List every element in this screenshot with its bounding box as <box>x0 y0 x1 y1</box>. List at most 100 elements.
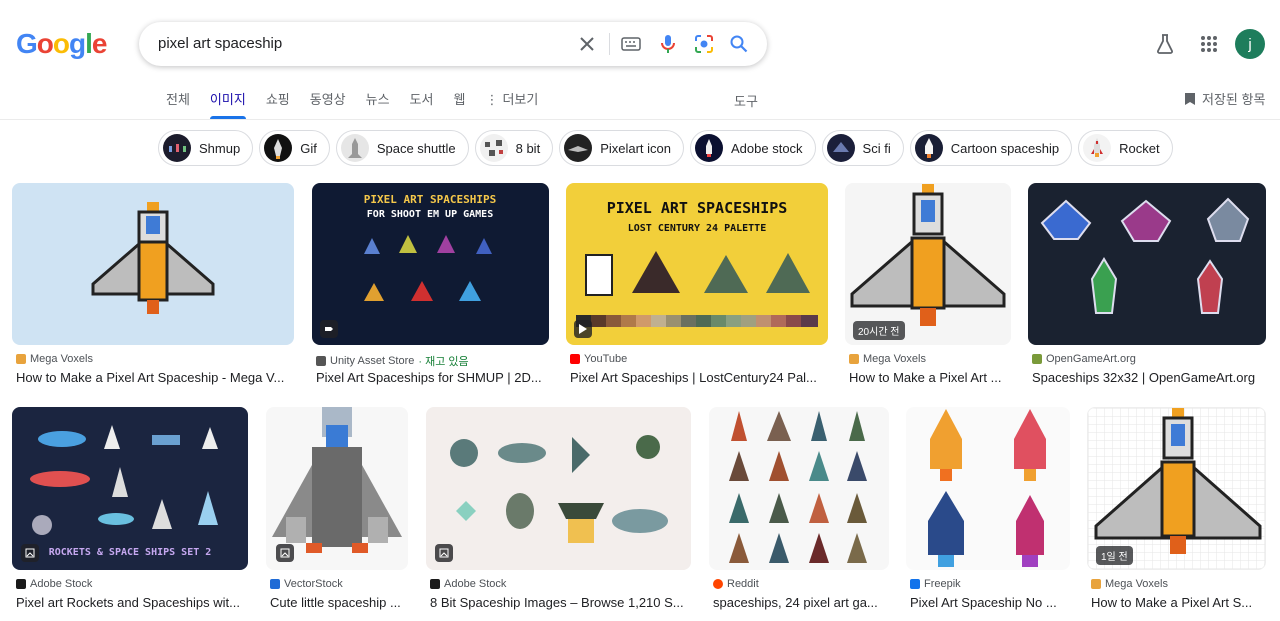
search-tabs: 전체 이미지 쇼핑 동영상 뉴스 도서 웹 ⋮ 더보기 <box>166 91 558 119</box>
account-avatar[interactable]: j <box>1235 29 1265 59</box>
source-name: OpenGameArt.org <box>1046 353 1136 365</box>
favicon-icon <box>910 579 920 589</box>
image-badge-icon <box>276 544 294 562</box>
saved-items-button[interactable]: 저장된 항목 <box>1184 89 1265 108</box>
logo-letter-g: G <box>16 28 38 59</box>
clear-icon[interactable] <box>577 34 597 54</box>
lens-camera-icon[interactable] <box>694 34 714 54</box>
result-thumbnail[interactable] <box>1028 183 1266 345</box>
image-result[interactable]: OpenGameArt.org Spaceships 32x32 | OpenG… <box>1028 183 1266 393</box>
result-title[interactable]: How to Make a Pixel Art ... <box>849 370 1011 385</box>
source-name: Freepik <box>924 578 961 590</box>
tab-shopping[interactable]: 쇼핑 <box>266 91 290 119</box>
thumbnail-text: LOST CENTURY 24 PALETTE <box>628 223 766 234</box>
result-thumbnail[interactable] <box>906 407 1070 570</box>
result-title[interactable]: Pixel Art Spaceships for SHMUP | 2D... <box>316 370 549 385</box>
result-title[interactable]: spaceships, 24 pixel art ga... <box>713 595 889 610</box>
image-result[interactable]: Mega Voxels How to Make a Pixel Art Spac… <box>12 183 294 393</box>
chip-thumbnail <box>826 134 855 162</box>
result-title[interactable]: How to Make a Pixel Art Spaceship - Mega… <box>16 370 294 385</box>
chip-shmup[interactable]: Shmup <box>158 130 254 166</box>
search-icon[interactable] <box>729 34 749 54</box>
result-thumbnail[interactable]: PIXEL ART SPACESHIPS LOST CENTURY 24 PAL… <box>566 183 828 345</box>
tab-videos[interactable]: 동영상 <box>310 91 346 119</box>
image-result[interactable]: ROCKETS & SPACE SHIPS SET 2 Adobe Stock … <box>12 407 248 617</box>
chip-gif[interactable]: Gif <box>259 130 330 166</box>
header-divider <box>0 119 1280 120</box>
result-source[interactable]: OpenGameArt.org <box>1032 353 1136 365</box>
result-source[interactable]: Reddit <box>713 578 759 590</box>
tab-images[interactable]: 이미지 <box>209 91 246 119</box>
image-result[interactable]: PIXEL ART SPACESHIPS LOST CENTURY 24 PAL… <box>566 183 828 393</box>
result-source[interactable]: Mega Voxels <box>849 353 926 365</box>
microphone-icon[interactable] <box>658 34 678 54</box>
result-thumbnail[interactable] <box>426 407 691 570</box>
result-thumbnail[interactable]: 20시간 전 <box>845 183 1011 345</box>
image-result[interactable]: 20시간 전 Mega Voxels How to Make a Pixel A… <box>845 183 1011 393</box>
result-source[interactable]: Adobe Stock <box>430 578 506 590</box>
image-badge-icon <box>435 544 453 562</box>
saved-items-label: 저장된 항목 <box>1202 92 1266 107</box>
search-input[interactable]: pixel art spaceship <box>158 35 282 52</box>
result-thumbnail[interactable]: 1일 전 <box>1087 407 1266 570</box>
tools-button[interactable]: 도구 <box>734 91 758 110</box>
tab-news[interactable]: 뉴스 <box>366 91 390 119</box>
chip-adobe-stock[interactable]: Adobe stock <box>690 130 816 166</box>
result-thumbnail[interactable] <box>266 407 408 570</box>
favicon-icon <box>849 354 859 364</box>
search-box[interactable]: pixel art spaceship <box>139 22 767 66</box>
tab-all[interactable]: 전체 <box>166 91 190 119</box>
favicon-icon <box>316 356 326 366</box>
image-result[interactable]: Adobe Stock 8 Bit Spaceship Images – Bro… <box>426 407 691 617</box>
result-thumbnail[interactable]: ROCKETS & SPACE SHIPS SET 2 <box>12 407 248 570</box>
result-source[interactable]: Freepik <box>910 578 961 590</box>
image-result[interactable]: Freepik Pixel Art Spaceship No ... <box>906 407 1070 617</box>
result-source[interactable]: Mega Voxels <box>16 353 93 365</box>
chip-label: Cartoon spaceship <box>950 140 1060 156</box>
chip-sci-fi[interactable]: Sci fi <box>821 130 904 166</box>
tab-web[interactable]: 웹 <box>453 91 465 119</box>
result-title[interactable]: 8 Bit Spaceship Images – Browse 1,210 S.… <box>430 595 691 610</box>
result-thumbnail[interactable] <box>12 183 294 345</box>
google-logo[interactable]: Google <box>16 28 107 60</box>
result-source[interactable]: YouTube <box>570 353 627 365</box>
image-result[interactable]: Reddit spaceships, 24 pixel art ga... <box>709 407 889 617</box>
result-title[interactable]: Pixel Art Spaceships | LostCentury24 Pal… <box>570 370 828 385</box>
youtube-favicon-icon <box>570 354 580 364</box>
result-thumbnail[interactable] <box>709 407 889 570</box>
tab-more[interactable]: ⋮ 더보기 <box>485 91 538 119</box>
apps-grid-icon[interactable] <box>1197 32 1221 56</box>
result-title[interactable]: How to Make a Pixel Art S... <box>1091 595 1266 610</box>
chip-thumbnail <box>695 134 723 162</box>
chip-8-bit[interactable]: 8 bit <box>474 130 554 166</box>
chip-rocket[interactable]: Rocket <box>1078 130 1173 166</box>
result-title[interactable]: Pixel art Rockets and Spaceships wit... <box>16 595 248 610</box>
time-badge: 20시간 전 <box>853 321 905 340</box>
result-title[interactable]: Pixel Art Spaceship No ... <box>910 595 1070 610</box>
result-source[interactable]: Adobe Stock <box>16 578 92 590</box>
chip-label: Adobe stock <box>731 140 803 156</box>
chip-label: Space shuttle <box>376 140 456 156</box>
chip-cartoon-spaceship[interactable]: Cartoon spaceship <box>909 130 1073 166</box>
chip-thumbnail <box>163 134 191 162</box>
tab-more-label: 더보기 <box>502 92 539 107</box>
favicon-icon <box>16 579 26 589</box>
image-result[interactable]: 1일 전 Mega Voxels How to Make a Pixel Art… <box>1087 407 1266 617</box>
result-source[interactable]: Mega Voxels <box>1091 578 1168 590</box>
result-title[interactable]: Cute little spaceship ... <box>270 595 408 610</box>
tab-books[interactable]: 도서 <box>410 91 434 119</box>
labs-flask-icon[interactable] <box>1153 32 1177 56</box>
chip-thumbnail <box>264 134 293 162</box>
result-source[interactable]: Unity Asset Store · 재고 있음 <box>316 353 469 369</box>
favicon-icon <box>1091 579 1101 589</box>
image-result[interactable]: PIXEL ART SPACESHIPS FOR SHOOT EM UP GAM… <box>312 183 549 393</box>
image-result[interactable]: VectorStock Cute little spaceship ... <box>266 407 408 617</box>
chip-pixelart-icon[interactable]: Pixelart icon <box>559 130 684 166</box>
result-thumbnail[interactable]: PIXEL ART SPACESHIPS FOR SHOOT EM UP GAM… <box>312 183 549 345</box>
result-title[interactable]: Spaceships 32x32 | OpenGameArt.org <box>1032 370 1266 385</box>
chip-space-shuttle[interactable]: Space shuttle <box>335 130 469 166</box>
result-source[interactable]: VectorStock <box>270 578 343 590</box>
more-vert-icon: ⋮ <box>485 92 499 107</box>
chip-thumbnail <box>479 134 508 162</box>
keyboard-icon[interactable] <box>621 34 641 54</box>
